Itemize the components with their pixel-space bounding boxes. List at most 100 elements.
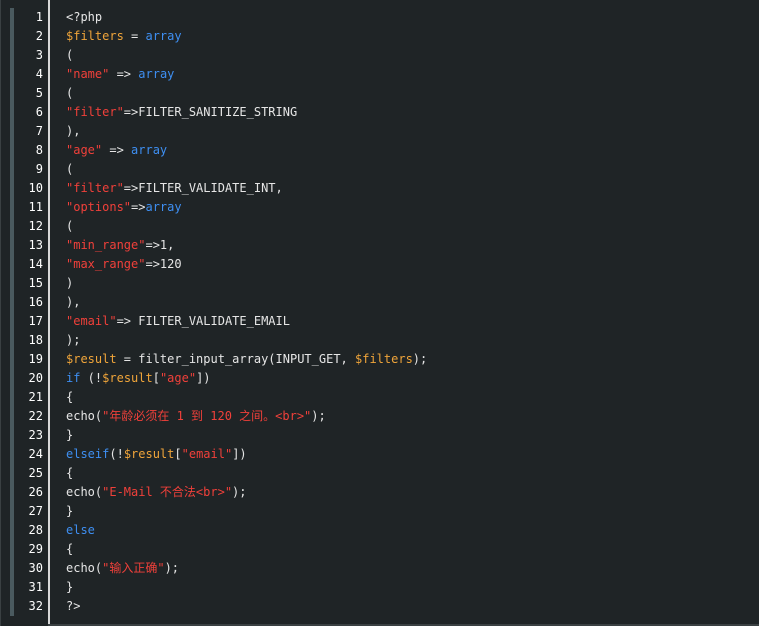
code-token: (! bbox=[109, 447, 124, 461]
code-token: "options" bbox=[66, 200, 132, 214]
line-number: 5 bbox=[35, 86, 43, 100]
code-line: 29 { bbox=[1, 540, 759, 559]
line-number: 19 bbox=[28, 352, 43, 366]
code-line: 13 "min_range"=>1, bbox=[1, 236, 759, 255]
line-code: "options"=>array bbox=[66, 198, 182, 217]
line-number: 8 bbox=[35, 143, 43, 157]
line-code: "min_range"=>1, bbox=[66, 236, 174, 255]
line-code: ( bbox=[66, 160, 73, 179]
code-token: = filter_input_array(INPUT_GET, bbox=[116, 352, 355, 366]
code-line: 25 { bbox=[1, 464, 759, 483]
code-token: "filter" bbox=[66, 105, 124, 119]
code-line: 5( bbox=[1, 84, 759, 103]
line-number: 13 bbox=[28, 238, 43, 252]
code-line: 22 echo("年龄必须在 1 到 120 之间。<br>"); bbox=[1, 407, 759, 426]
line-number: 6 bbox=[35, 105, 43, 119]
line-code: } bbox=[66, 426, 73, 445]
line-number: 1 bbox=[35, 10, 43, 24]
code-token: $result bbox=[102, 371, 153, 385]
line-number: 4 bbox=[35, 67, 43, 81]
code-token: ( bbox=[66, 86, 74, 100]
line-code: $filters = array bbox=[66, 27, 182, 46]
code-line: 2 $filters = array bbox=[1, 27, 759, 46]
line-code: "filter"=>FILTER_SANITIZE_STRING bbox=[66, 103, 297, 122]
code-token: } bbox=[66, 504, 74, 518]
code-line: 8 "age" => array bbox=[1, 141, 759, 160]
line-number: 23 bbox=[28, 428, 43, 442]
line-code: "max_range"=>120 bbox=[66, 255, 182, 274]
code-token: =>1, bbox=[145, 238, 175, 252]
line-code: "email"=> FILTER_VALIDATE_EMAIL bbox=[66, 312, 290, 331]
code-token: if bbox=[66, 371, 81, 385]
code-line: 27} bbox=[1, 502, 759, 521]
code-line: 18); bbox=[1, 331, 759, 350]
code-line: 26 echo("E-Mail 不合法<br>"); bbox=[1, 483, 759, 502]
code-line: 16), bbox=[1, 293, 759, 312]
code-token: ]) bbox=[232, 447, 247, 461]
line-code: echo("E-Mail 不合法<br>"); bbox=[66, 483, 247, 502]
code-token: "age" bbox=[66, 143, 103, 157]
line-code: <?php bbox=[66, 8, 102, 27]
line-number: 25 bbox=[28, 466, 43, 480]
line-code: ( bbox=[66, 46, 73, 65]
code-token: =>FILTER_VALIDATE_INT, bbox=[123, 181, 283, 195]
line-code: elseif(!$result["email"]) bbox=[66, 445, 247, 464]
code-token: $result bbox=[123, 447, 175, 461]
code-line: 10 "filter"=>FILTER_VALIDATE_INT, bbox=[1, 179, 759, 198]
line-number: 18 bbox=[28, 333, 43, 347]
code-token: echo( bbox=[66, 561, 103, 575]
code-line: 24 elseif(!$result["email"]) bbox=[1, 445, 759, 464]
code-token: ]) bbox=[196, 371, 211, 385]
code-token: ); bbox=[66, 333, 81, 347]
line-number: 26 bbox=[28, 485, 43, 499]
code-line: 31} bbox=[1, 578, 759, 597]
code-token: ), bbox=[66, 295, 81, 309]
code-token: = bbox=[123, 29, 146, 43]
code-line: 30 echo("输入正确"); bbox=[1, 559, 759, 578]
code-token: ); bbox=[232, 485, 247, 499]
line-number: 12 bbox=[28, 219, 43, 233]
code-token: ( bbox=[66, 162, 74, 176]
code-token: ); bbox=[164, 561, 180, 575]
line-code: "name" => array bbox=[66, 65, 174, 84]
code-token: { bbox=[66, 390, 74, 404]
code-line: 23} bbox=[1, 426, 759, 445]
code-token: ) bbox=[66, 276, 74, 290]
code-line: 7), bbox=[1, 122, 759, 141]
code-token: => bbox=[109, 67, 139, 81]
line-number: 22 bbox=[28, 409, 43, 423]
code-token: "name" bbox=[66, 67, 110, 81]
code-line: 6 "filter"=>FILTER_SANITIZE_STRING bbox=[1, 103, 759, 122]
line-number: 11 bbox=[28, 200, 43, 214]
code-token: { bbox=[66, 542, 74, 556]
code-token: array bbox=[145, 29, 182, 43]
code-line: 9( bbox=[1, 160, 759, 179]
code-token: echo( bbox=[66, 485, 103, 499]
code-token: "min_range" bbox=[66, 238, 146, 252]
code-line: 21 { bbox=[1, 388, 759, 407]
code-line: 20 if (!$result["age"]) bbox=[1, 369, 759, 388]
line-code: { bbox=[66, 388, 73, 407]
line-code: { bbox=[66, 464, 73, 483]
code-token: array bbox=[145, 200, 182, 214]
code-token: "E-Mail 不合法<br>" bbox=[102, 485, 233, 499]
code-token: <?php bbox=[66, 10, 103, 24]
code-token: $filters bbox=[355, 352, 413, 366]
line-code: "age" => array bbox=[66, 141, 167, 160]
line-number: 14 bbox=[28, 257, 43, 271]
code-token: echo( bbox=[66, 409, 103, 423]
line-number: 17 bbox=[28, 314, 43, 328]
code-token: "age" bbox=[159, 371, 197, 385]
code-token: ); bbox=[311, 409, 326, 423]
line-number: 24 bbox=[28, 447, 43, 461]
line-code: ) bbox=[66, 274, 73, 293]
code-token: (! bbox=[80, 371, 103, 385]
code-token: array bbox=[138, 67, 175, 81]
line-number: 21 bbox=[28, 390, 43, 404]
line-code: else bbox=[66, 521, 95, 540]
code-token: ); bbox=[412, 352, 428, 366]
line-number: 27 bbox=[28, 504, 43, 518]
code-token: } bbox=[66, 580, 74, 594]
line-code: $result = filter_input_array(INPUT_GET, … bbox=[66, 350, 427, 369]
line-code: echo("输入正确"); bbox=[66, 559, 179, 578]
